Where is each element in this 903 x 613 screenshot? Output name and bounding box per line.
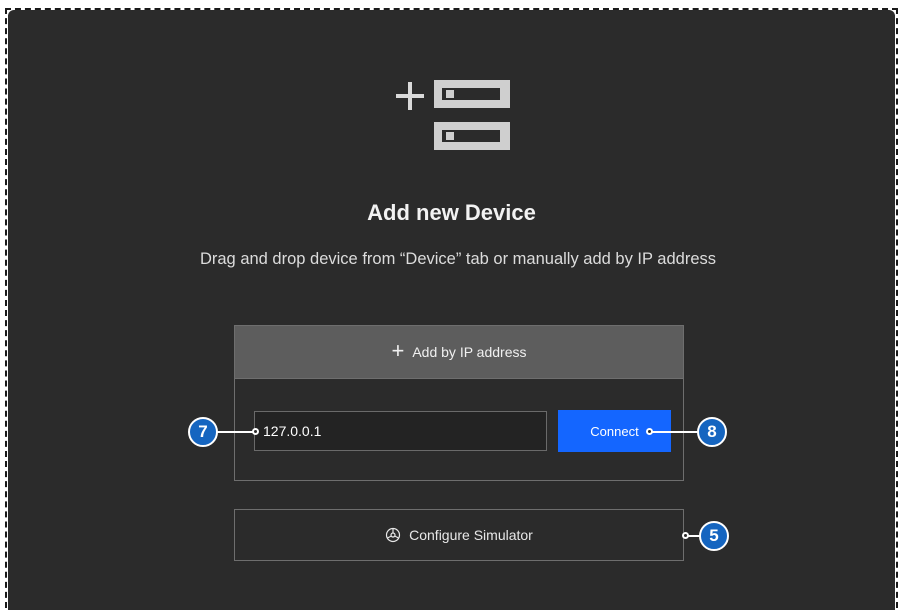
- add-by-ip-label: Add by IP address: [412, 344, 527, 360]
- page-subtitle: Drag and drop device from “Device” tab o…: [199, 250, 717, 268]
- add-by-ip-section: + Add by IP address Connect: [234, 325, 684, 481]
- ip-address-input[interactable]: [254, 411, 547, 451]
- callout-badge-8: 8: [697, 417, 727, 447]
- callout-7-leader: [214, 431, 256, 433]
- add-by-ip-button[interactable]: + Add by IP address: [235, 326, 683, 379]
- callout-badge-5: 5: [699, 521, 729, 551]
- callout-7-anchor: [252, 428, 259, 435]
- callout-badge-7: 7: [188, 417, 218, 447]
- configure-simulator-label: Configure Simulator: [409, 527, 533, 543]
- callout-8-leader: [650, 431, 700, 433]
- add-device-icon: [396, 80, 510, 150]
- page-title: Add new Device: [367, 200, 536, 225]
- simulator-icon: [386, 527, 401, 543]
- callout-8-anchor: [646, 428, 653, 435]
- callout-5-anchor: [682, 532, 689, 539]
- configure-simulator-button[interactable]: Configure Simulator: [234, 509, 684, 561]
- plus-icon: +: [391, 338, 405, 363]
